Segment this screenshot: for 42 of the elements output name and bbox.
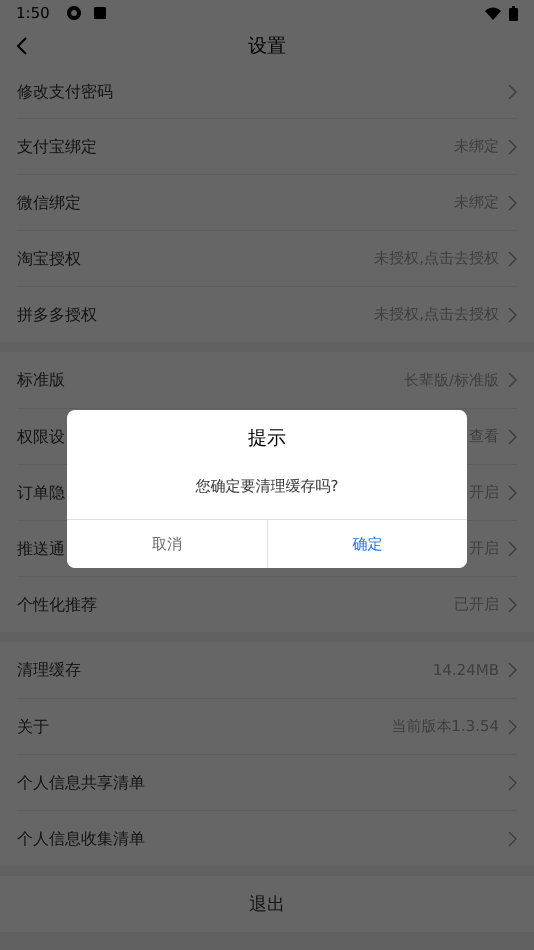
chevron-right-icon <box>507 428 517 444</box>
row-label: 支付宝绑定 <box>17 136 97 158</box>
chevron-right-icon <box>507 250 517 266</box>
row-label: 关于 <box>17 716 49 738</box>
chevron-right-icon <box>507 596 517 612</box>
confirm-button[interactable]: 确定 <box>266 520 467 568</box>
row-label: 订单隐 <box>17 482 65 504</box>
row-label: 个人信息共享清单 <box>17 772 145 794</box>
cancel-button[interactable]: 取消 <box>67 520 266 568</box>
chevron-right-icon <box>507 540 517 556</box>
battery-icon <box>509 6 518 20</box>
settings-row[interactable]: 个人信息共享清单 <box>17 754 517 810</box>
chevron-right-icon <box>507 194 517 210</box>
chevron-right-icon <box>507 774 517 790</box>
chevron-right-icon <box>507 484 517 500</box>
chevron-right-icon <box>507 718 517 734</box>
chevron-right-icon <box>507 662 517 678</box>
app-icon <box>66 5 82 21</box>
row-label: 微信绑定 <box>17 192 81 214</box>
chevron-right-icon <box>507 138 517 154</box>
chevron-right-icon <box>507 306 517 322</box>
row-label: 个性化推荐 <box>17 594 97 616</box>
settings-row[interactable]: 修改支付密码 <box>17 66 517 118</box>
row-label: 拼多多授权 <box>17 304 97 326</box>
dialog-title: 提示 <box>247 426 287 451</box>
row-label: 个人信息收集清单 <box>17 828 145 850</box>
row-label: 淘宝授权 <box>17 248 81 270</box>
page-title: 设置 <box>248 34 286 59</box>
settings-row[interactable]: 个人信息收集清单 <box>17 810 517 866</box>
wifi-icon <box>485 6 501 20</box>
dialog-message: 您确定要清理缓存吗? <box>194 476 340 496</box>
back-icon[interactable] <box>16 36 28 56</box>
chevron-right-icon <box>507 372 517 388</box>
status-time: 1:50 <box>16 2 50 24</box>
row-label: 权限设 <box>17 426 65 448</box>
row-label: 清理缓存 <box>17 659 81 681</box>
row-label: 推送通 <box>17 538 65 560</box>
chevron-right-icon <box>507 830 517 846</box>
logout-button[interactable]: 退出 <box>0 876 534 932</box>
chevron-right-icon <box>507 84 517 100</box>
row-label: 标准版 <box>17 369 65 391</box>
row-label: 修改支付密码 <box>17 81 113 103</box>
